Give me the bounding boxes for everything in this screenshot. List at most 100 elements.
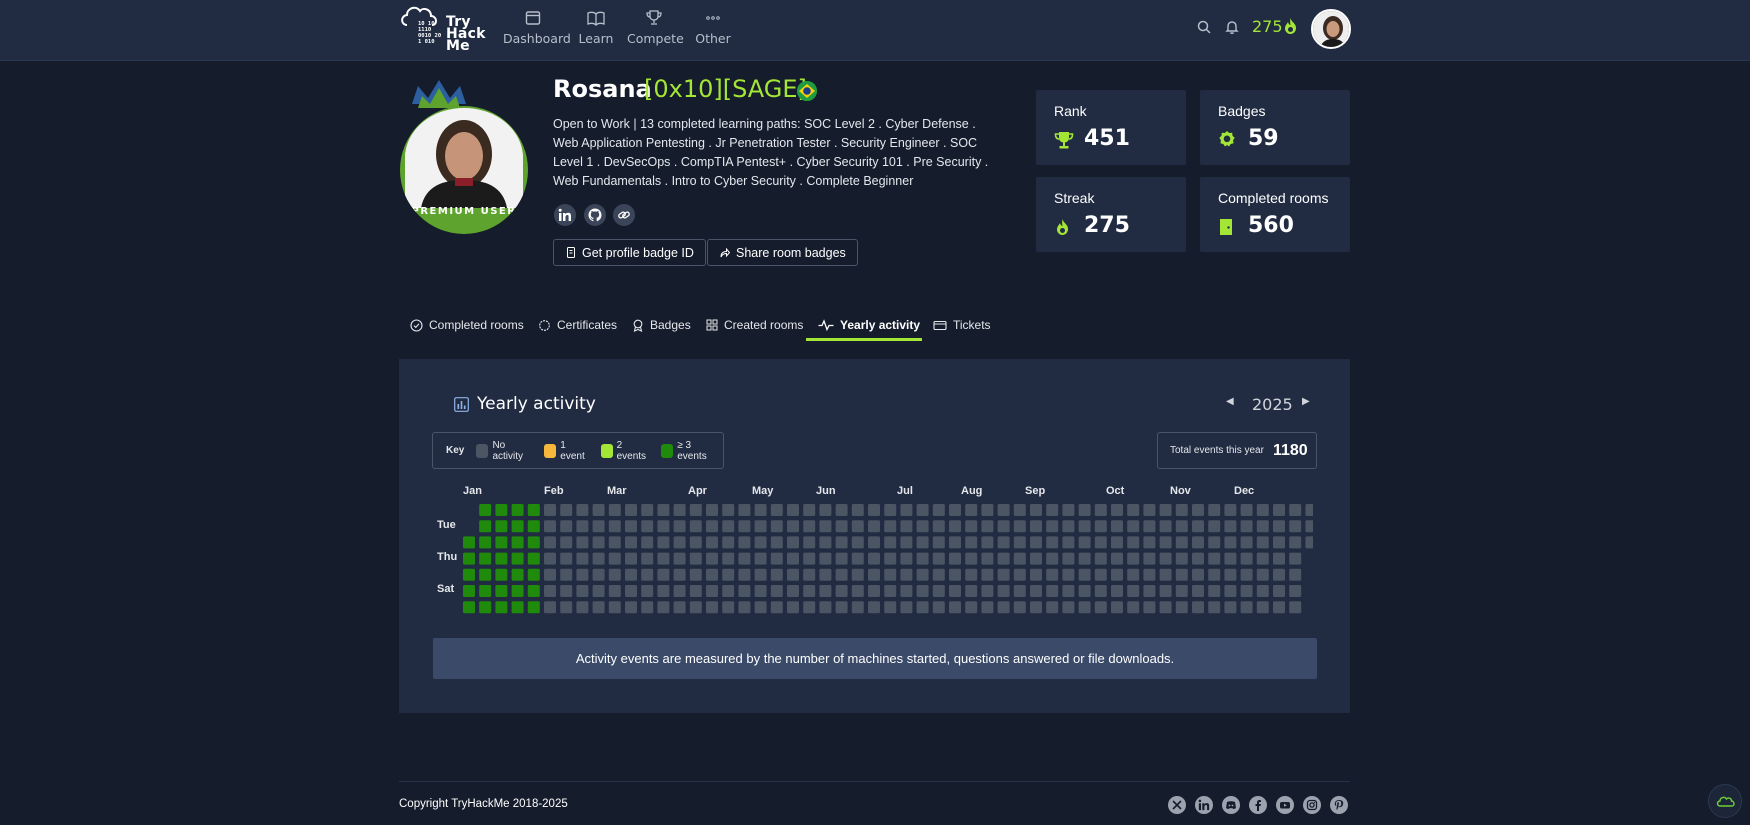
tryhackme-logo[interactable]: 10 10 1110 0010 20 1 010 Try Hack Me xyxy=(399,3,485,55)
search-icon[interactable] xyxy=(1196,18,1212,36)
month-label-apr: Apr xyxy=(688,485,707,497)
footer-discord-link[interactable] xyxy=(1222,796,1240,814)
footer-instagram-link[interactable] xyxy=(1303,796,1321,814)
activity-cell xyxy=(722,552,735,565)
activity-cell xyxy=(527,568,540,581)
nav-other[interactable]: Other xyxy=(694,8,732,50)
activity-cell xyxy=(1305,504,1313,516)
tab-completed-rooms[interactable]: Completed rooms xyxy=(410,313,524,337)
activity-cell xyxy=(1240,601,1253,614)
footer-facebook-link[interactable] xyxy=(1249,796,1267,814)
chat-support-button[interactable] xyxy=(1708,784,1742,818)
tab-yearly-activity[interactable]: Yearly activity xyxy=(818,313,920,337)
trophy-icon xyxy=(1054,132,1074,149)
logo-binary: 10 10 1110 0010 20 1 010 xyxy=(418,21,442,45)
activity-cell xyxy=(1094,585,1107,597)
activity-cell xyxy=(1013,520,1026,533)
tab-badges[interactable]: Badges xyxy=(632,313,691,337)
activity-cell xyxy=(868,536,880,549)
year-label: 2025 xyxy=(1252,395,1293,414)
user-avatar-menu[interactable] xyxy=(1311,9,1351,49)
activity-cell xyxy=(1046,552,1059,565)
activity-cell xyxy=(981,520,994,533)
activity-cell xyxy=(657,536,670,549)
nav-dashboard[interactable]: Dashboard xyxy=(503,8,571,50)
activity-info-note: Activity events are measured by the numb… xyxy=(433,638,1317,679)
activity-cell xyxy=(544,568,556,581)
get-profile-badge-button[interactable]: Get profile badge ID xyxy=(553,239,706,266)
activity-cell xyxy=(803,552,816,565)
linkedin-link[interactable] xyxy=(554,204,576,226)
tab-created-rooms[interactable]: Created rooms xyxy=(706,313,803,337)
profile-avatar: PREMIUM USER xyxy=(398,74,532,238)
website-link[interactable] xyxy=(613,204,635,226)
activity-cell xyxy=(1224,568,1237,581)
activity-cell xyxy=(868,585,880,597)
activity-cell xyxy=(1013,585,1026,597)
activity-cell xyxy=(949,536,961,549)
prev-year-button[interactable]: ◀ xyxy=(1226,396,1234,407)
link-icon xyxy=(618,211,630,219)
activity-cell xyxy=(527,552,540,565)
activity-cell xyxy=(1240,568,1253,581)
footer-x-link[interactable] xyxy=(1168,796,1186,814)
bell-icon[interactable] xyxy=(1224,18,1240,36)
activity-cell xyxy=(673,536,686,549)
activity-cell xyxy=(479,568,492,581)
activity-cell xyxy=(754,552,767,565)
nav-compete[interactable]: Compete xyxy=(627,8,684,50)
activity-cell xyxy=(803,504,816,516)
activity-cell xyxy=(1289,601,1302,614)
activity-cell xyxy=(932,520,945,533)
github-link[interactable] xyxy=(584,204,606,226)
activity-cell xyxy=(803,568,816,581)
month-label-oct: Oct xyxy=(1106,485,1125,497)
activity-cell xyxy=(1078,520,1091,533)
activity-cell xyxy=(625,568,637,581)
activity-cell xyxy=(495,568,508,581)
activity-cell xyxy=(965,568,978,581)
activity-cell xyxy=(641,568,654,581)
activity-cell xyxy=(511,504,524,516)
profile-title: [0x10][SAGE] xyxy=(644,75,807,103)
activity-cell xyxy=(592,520,605,533)
share-room-badges-button[interactable]: Share room badges xyxy=(707,239,858,266)
activity-cell xyxy=(657,585,670,597)
activity-cell xyxy=(997,601,1010,614)
activity-cell xyxy=(851,552,864,565)
activity-cell xyxy=(1273,536,1285,549)
activity-cell xyxy=(560,585,573,597)
nav-learn[interactable]: Learn xyxy=(578,8,614,50)
activity-cell xyxy=(965,585,978,597)
activity-cell xyxy=(868,552,880,565)
activity-cell xyxy=(1127,585,1140,597)
activity-cell xyxy=(608,601,621,614)
activity-cell xyxy=(560,536,573,549)
activity-cell xyxy=(1175,601,1188,614)
tab-certificates[interactable]: Certificates xyxy=(538,313,617,337)
activity-cell xyxy=(511,585,524,597)
activity-cell xyxy=(916,552,929,565)
activity-cell xyxy=(916,601,929,614)
activity-cell xyxy=(770,585,783,597)
footer-youtube-link[interactable] xyxy=(1276,796,1294,814)
activity-cell xyxy=(722,520,735,533)
activity-cell xyxy=(479,601,492,614)
activity-cell xyxy=(576,585,589,597)
activity-cell xyxy=(560,504,573,516)
activity-cell xyxy=(1192,552,1204,565)
tab-tickets[interactable]: Tickets xyxy=(933,313,991,337)
footer-linkedin-link[interactable] xyxy=(1195,796,1213,814)
stat-badges: Badges 59 xyxy=(1200,90,1350,165)
activity-cell xyxy=(1208,585,1221,597)
footer-pinterest-link[interactable] xyxy=(1330,796,1348,814)
activity-cell xyxy=(981,504,994,516)
profile-username: Rosana xyxy=(553,75,652,103)
profile-bio: Open to Work | 13 completed learning pat… xyxy=(553,117,989,188)
activity-cell xyxy=(560,568,573,581)
activity-cell xyxy=(608,552,621,565)
activity-cell xyxy=(949,601,961,614)
next-year-button[interactable]: ▶ xyxy=(1302,396,1310,407)
activity-cell xyxy=(932,601,945,614)
fire-icon xyxy=(1057,219,1068,235)
